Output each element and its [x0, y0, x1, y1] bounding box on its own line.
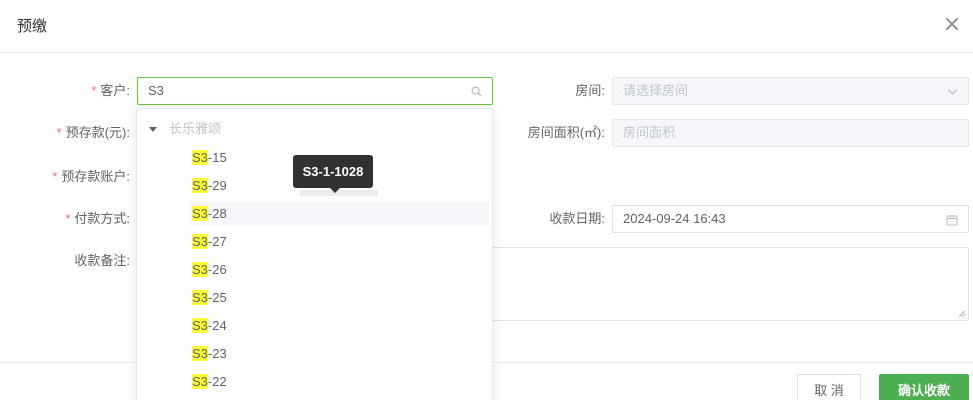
- prepay-amount-label: * 预存款(元):: [56, 125, 130, 140]
- room-area-placeholder: 房间面积: [623, 125, 676, 140]
- prepay-account-label: * 预存款账户:: [52, 169, 130, 184]
- confirm-payment-button[interactable]: 确认收款: [879, 374, 969, 400]
- room-select[interactable]: 请选择房间: [612, 77, 969, 105]
- resize-handle-icon[interactable]: [958, 310, 966, 318]
- dropdown-group-label: 长乐雅颂: [169, 121, 222, 136]
- search-icon: [471, 78, 482, 104]
- room-select-placeholder: 请选择房间: [623, 83, 689, 98]
- cancel-button[interactable]: 取 消: [797, 374, 861, 400]
- dialog-title: 预缴: [17, 18, 48, 35]
- dropdown-group[interactable]: 长乐雅颂: [149, 119, 221, 139]
- receipt-date-input[interactable]: 2024-09-24 16:43: [612, 205, 969, 233]
- payment-method-label: * 付款方式:: [65, 211, 130, 226]
- dropdown-option[interactable]: S3-23: [137, 342, 492, 366]
- dropdown-option[interactable]: S3-26: [137, 258, 492, 282]
- customer-input[interactable]: S3: [137, 77, 493, 105]
- customer-dropdown: 长乐雅颂 S3-15 S3-29 S3-28 S3-27 S3-26 S3-25…: [136, 108, 493, 400]
- receipt-date-value: 2024-09-24 16:43: [623, 211, 726, 226]
- dropdown-option-hovered[interactable]: S3-28: [189, 202, 489, 226]
- dropdown-option[interactable]: S3-22: [137, 370, 492, 394]
- customer-input-value: S3: [148, 83, 164, 98]
- room-label: 房间:: [575, 83, 605, 98]
- close-icon[interactable]: ×: [941, 14, 963, 36]
- option-tooltip: S3-1-1028: [293, 155, 373, 188]
- receipt-date-label: 收款日期:: [549, 211, 605, 226]
- tooltip-arrow: [330, 188, 340, 193]
- calendar-icon: [946, 206, 958, 232]
- caret-down-icon: [149, 127, 157, 133]
- chevron-down-icon: [947, 78, 958, 104]
- room-area-label: 房间面积(㎡):: [527, 125, 605, 140]
- customer-label: * 客户:: [91, 83, 130, 98]
- remark-label: 收款备注:: [74, 253, 130, 268]
- dropdown-option[interactable]: S3-25: [137, 286, 492, 310]
- remark-textarea[interactable]: [490, 247, 969, 321]
- room-area-input[interactable]: 房间面积: [612, 119, 969, 147]
- dropdown-option[interactable]: S3-27: [137, 230, 492, 254]
- dialog-header: 预缴 ×: [0, 0, 973, 53]
- dropdown-option[interactable]: S3-24: [137, 314, 492, 338]
